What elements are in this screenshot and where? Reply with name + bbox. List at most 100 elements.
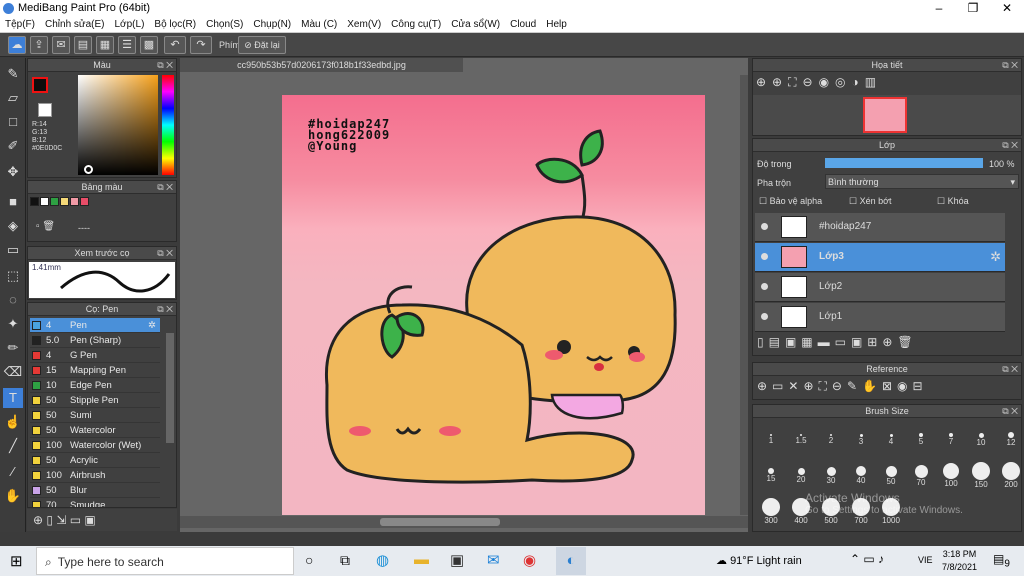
store-icon[interactable]: ▣: [450, 551, 464, 569]
brush-item[interactable]: 15 Mapping Pen: [30, 363, 160, 378]
zoom-in-icon[interactable]: ⊕⊕⛶⊖◉◎◑▥: [756, 75, 882, 90]
gradient-tool-icon[interactable]: ▭: [3, 240, 23, 260]
add-brush-icon[interactable]: ⊕ ▯ ⇲ ▭ ▣: [33, 513, 96, 527]
layer-row[interactable]: #hoidap247: [755, 213, 1005, 242]
page-icon[interactable]: ▤: [74, 36, 92, 54]
brush-size-option[interactable]: 40: [847, 457, 875, 491]
close-icon[interactable]: ⧉ ✕: [157, 59, 173, 72]
language-indicator[interactable]: VIE: [918, 555, 933, 565]
close-icon[interactable]: ⧉ ✕: [1002, 59, 1018, 72]
brush-size-option[interactable]: 50: [877, 457, 905, 491]
brush-item[interactable]: 100 Airbrush: [30, 468, 160, 483]
alpha-protect-checkbox[interactable]: ☐ Bảo vệ alpha: [759, 196, 822, 207]
palette-swatch[interactable]: [40, 197, 49, 206]
layer-row[interactable]: Lớp1: [755, 303, 1005, 332]
reference-tools[interactable]: ⊕▭✕⊕⛶⊖✎✋⊠◉⊟: [757, 379, 928, 394]
brush-item[interactable]: 4 G Pen: [30, 348, 160, 363]
menu-window[interactable]: Cửa sổ(W): [446, 17, 505, 33]
mail-icon[interactable]: ✉: [487, 551, 500, 569]
eye-icon[interactable]: [761, 283, 768, 290]
brush-size-option[interactable]: 1.5: [787, 421, 815, 455]
brush-size-option[interactable]: 150: [967, 457, 995, 491]
brush-size-option[interactable]: 4: [877, 421, 905, 455]
bucket-tool-icon[interactable]: ◈: [3, 216, 23, 236]
brush-size-option[interactable]: 10: [967, 421, 995, 455]
menu-layer[interactable]: Lớp(L): [110, 17, 150, 33]
clip-checkbox[interactable]: ☐ Xén bớt: [849, 196, 892, 207]
move-tool-icon[interactable]: ✥: [3, 162, 23, 182]
eraser-tool-icon[interactable]: ▱: [3, 88, 23, 108]
primary-color-swatch[interactable]: [32, 77, 48, 93]
select-eraser-icon[interactable]: ⌫: [3, 362, 23, 382]
brush-item[interactable]: 5.0 Pen (Sharp): [30, 333, 160, 348]
menu-view[interactable]: Xem(V): [342, 17, 386, 33]
menu-filter[interactable]: Bộ lọc(R): [149, 17, 201, 33]
palette-swatch[interactable]: [50, 197, 59, 206]
eye-icon[interactable]: [761, 313, 768, 320]
select-pen-icon[interactable]: ✏: [3, 338, 23, 358]
cortana-icon[interactable]: ○: [305, 552, 313, 568]
eye-icon[interactable]: [761, 253, 768, 260]
explorer-icon[interactable]: ▬: [414, 551, 429, 568]
brush-item[interactable]: 100 Watercolor (Wet): [30, 438, 160, 453]
minimize-button[interactable]: –: [922, 0, 956, 17]
maximize-button[interactable]: ❐: [956, 0, 990, 17]
select-rect-icon[interactable]: ⬚: [3, 266, 23, 286]
brush-item[interactable]: 50 Watercolor: [30, 423, 160, 438]
close-icon[interactable]: ⧉ ✕: [157, 181, 173, 194]
menu-select[interactable]: Chọn(S): [201, 17, 248, 33]
tray-icons[interactable]: ⌃ ▭ ♪: [850, 552, 884, 566]
drawing-canvas[interactable]: #hoidap247 hong622009 @Young: [282, 95, 705, 515]
pen-tool-icon[interactable]: ✐: [3, 136, 23, 156]
close-icon[interactable]: ⧉ ✕: [1002, 363, 1018, 376]
reset-button[interactable]: ⊘ Đặt lại: [238, 36, 286, 54]
brush-size-option[interactable]: 3: [847, 421, 875, 455]
palette-swatch[interactable]: [60, 197, 69, 206]
hand-tool-icon[interactable]: ✋: [3, 486, 23, 506]
palette-swatch[interactable]: [30, 197, 39, 206]
brush-size-option[interactable]: 2: [817, 421, 845, 455]
redo-icon[interactable]: ↷: [190, 36, 212, 54]
close-icon[interactable]: ⧉ ✕: [1002, 139, 1018, 152]
brush-size-option[interactable]: 1: [757, 421, 785, 455]
brush-size-option[interactable]: 100: [937, 457, 965, 491]
brush-size-option[interactable]: 7: [937, 421, 965, 455]
divide-tool-icon[interactable]: ╱: [3, 436, 23, 456]
close-icon[interactable]: ⧉ ✕: [157, 247, 173, 260]
doc-icon[interactable]: ▦: [96, 36, 114, 54]
brush-item[interactable]: 50 Acrylic: [30, 453, 160, 468]
menu-cloud[interactable]: Cloud: [505, 17, 541, 33]
fill-rect-icon[interactable]: ■: [3, 192, 23, 212]
menu-tools[interactable]: Công cụ(T): [386, 17, 446, 33]
menu-edit[interactable]: Chỉnh sửa(E): [40, 17, 110, 33]
windows-start-icon[interactable]: ⊞: [10, 552, 23, 570]
medibang-icon[interactable]: ◐: [556, 547, 586, 575]
gear-icon[interactable]: ✲: [148, 318, 156, 333]
brush-size-option[interactable]: 200: [997, 457, 1024, 491]
brush-size-option[interactable]: 300: [757, 493, 785, 527]
eye-icon[interactable]: [761, 223, 768, 230]
secondary-color-swatch[interactable]: [38, 103, 52, 117]
clock[interactable]: 3:18 PM 7/8/2021: [942, 548, 977, 574]
brush-scrollbar[interactable]: [166, 333, 174, 443]
lock-checkbox[interactable]: ☐ Khóa: [937, 196, 969, 207]
close-icon[interactable]: ⧉ ✕: [157, 303, 173, 316]
hue-slider[interactable]: [162, 75, 174, 175]
share-icon[interactable]: ⇪: [30, 36, 48, 54]
menu-color[interactable]: Màu (C): [296, 17, 342, 33]
layer-row[interactable]: Lớp2: [755, 273, 1005, 302]
chrome-icon[interactable]: ◉: [523, 551, 536, 569]
undo-icon[interactable]: ↶: [164, 36, 186, 54]
lasso-tool-icon[interactable]: ◌: [3, 290, 23, 310]
picker-cursor[interactable]: [84, 165, 93, 174]
edge-icon[interactable]: ◍: [376, 551, 389, 569]
palette-swatch[interactable]: [70, 197, 79, 206]
cloud-icon[interactable]: ☁: [8, 36, 26, 54]
blend-select[interactable]: Bình thường ▾: [825, 174, 1019, 189]
brush-item[interactable]: 4 Pen ✲: [30, 318, 160, 333]
sv-picker[interactable]: [78, 75, 158, 175]
gear-icon[interactable]: ✲: [990, 249, 1001, 265]
brush-item[interactable]: 50 Sumi: [30, 408, 160, 423]
magic-wand-icon[interactable]: ✦: [3, 314, 23, 334]
text-tool-icon[interactable]: T: [3, 388, 23, 408]
